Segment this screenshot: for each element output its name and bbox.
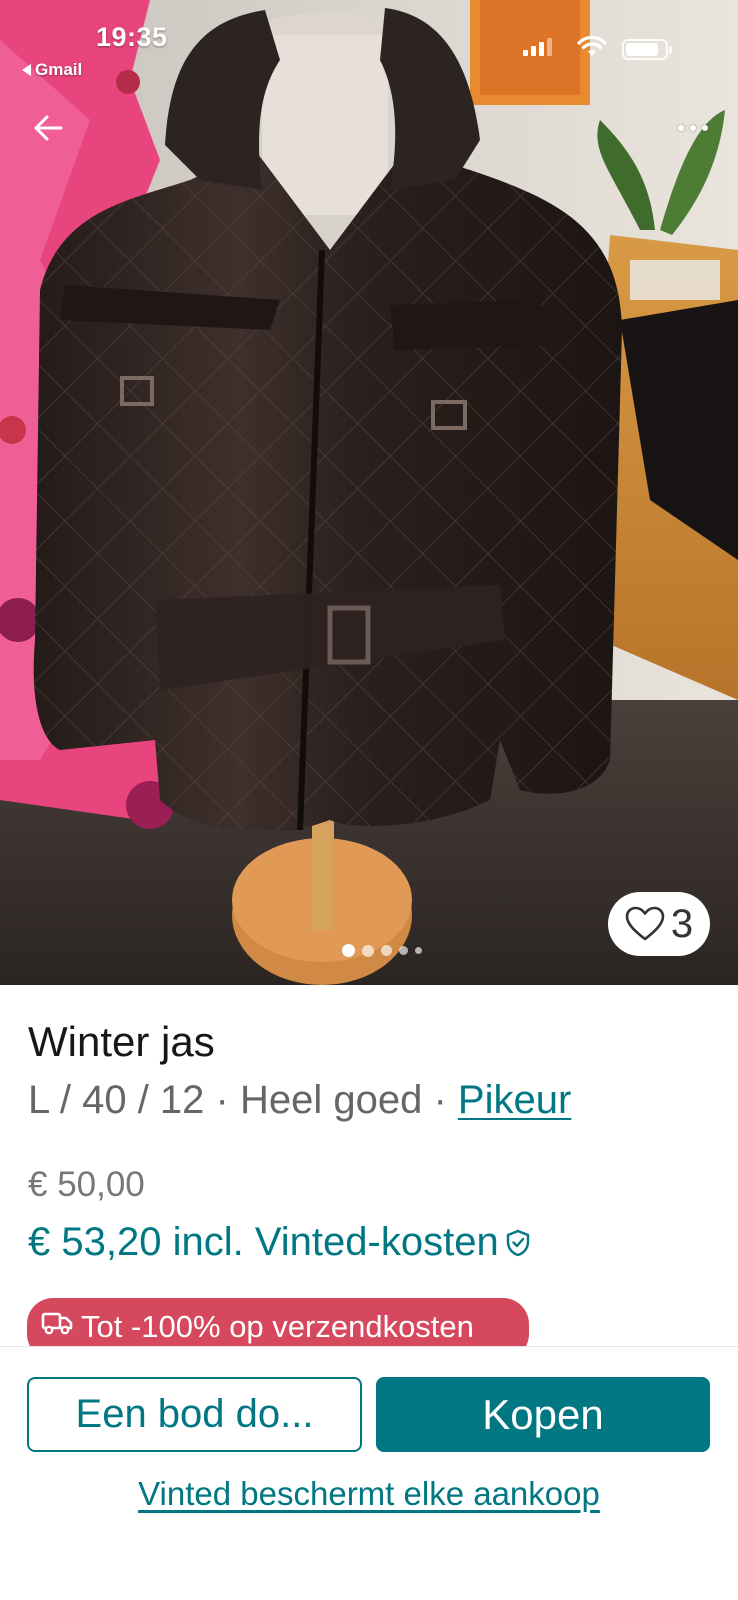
buy-button[interactable]: Kopen [376, 1377, 710, 1452]
more-icon [678, 125, 684, 131]
pager-dot [381, 945, 392, 956]
pager-dot [415, 947, 422, 954]
back-arrow-icon [34, 115, 63, 141]
shield-check-icon [506, 1229, 529, 1256]
battery-icon [622, 39, 672, 60]
status-bar: 19:35 Gmail [0, 0, 738, 90]
price-total-label: € 53,20 incl. Vinted-kosten [28, 1220, 499, 1264]
favorite-button[interactable]: 3 [608, 892, 710, 956]
signal-icon [523, 38, 552, 56]
item-details: L / 40 / 12 · Heel goed · Pikeur [28, 1078, 571, 1123]
pager-dot-active [342, 944, 355, 957]
truck-icon [41, 1312, 73, 1335]
make-offer-button[interactable]: Een bod do... [27, 1377, 362, 1452]
product-photo[interactable]: 19:35 Gmail 3 [0, 0, 738, 985]
buyer-protection-link[interactable]: Vinted beschermt elke aankoop [0, 1475, 738, 1513]
item-details-text: L / 40 / 12 · Heel goed · [28, 1078, 458, 1122]
item-price-total[interactable]: € 53,20 incl. Vinted-kosten [28, 1220, 531, 1265]
photo-pager [342, 944, 422, 957]
pager-dot [362, 944, 374, 957]
wifi-icon [577, 36, 607, 56]
back-triangle-icon [22, 64, 31, 76]
jacket-photo-illustration [0, 0, 738, 985]
more-options-button[interactable] [668, 108, 718, 148]
back-app-label: Gmail [35, 60, 83, 79]
shipping-discount-label: Tot -100% op verzendkosten [81, 1309, 474, 1344]
back-button[interactable] [28, 108, 68, 148]
favorite-count: 3 [670, 901, 694, 946]
pager-dot [399, 946, 408, 955]
heart-icon [625, 906, 665, 941]
brand-link[interactable]: Pikeur [458, 1078, 571, 1122]
status-time: 19:35 [96, 22, 168, 52]
back-to-app-link[interactable]: Gmail [22, 60, 82, 80]
item-title: Winter jas [28, 1018, 215, 1065]
item-price: € 50,00 [28, 1165, 145, 1204]
action-bar: Een bod do... Kopen Vinted beschermt elk… [0, 1346, 738, 1600]
